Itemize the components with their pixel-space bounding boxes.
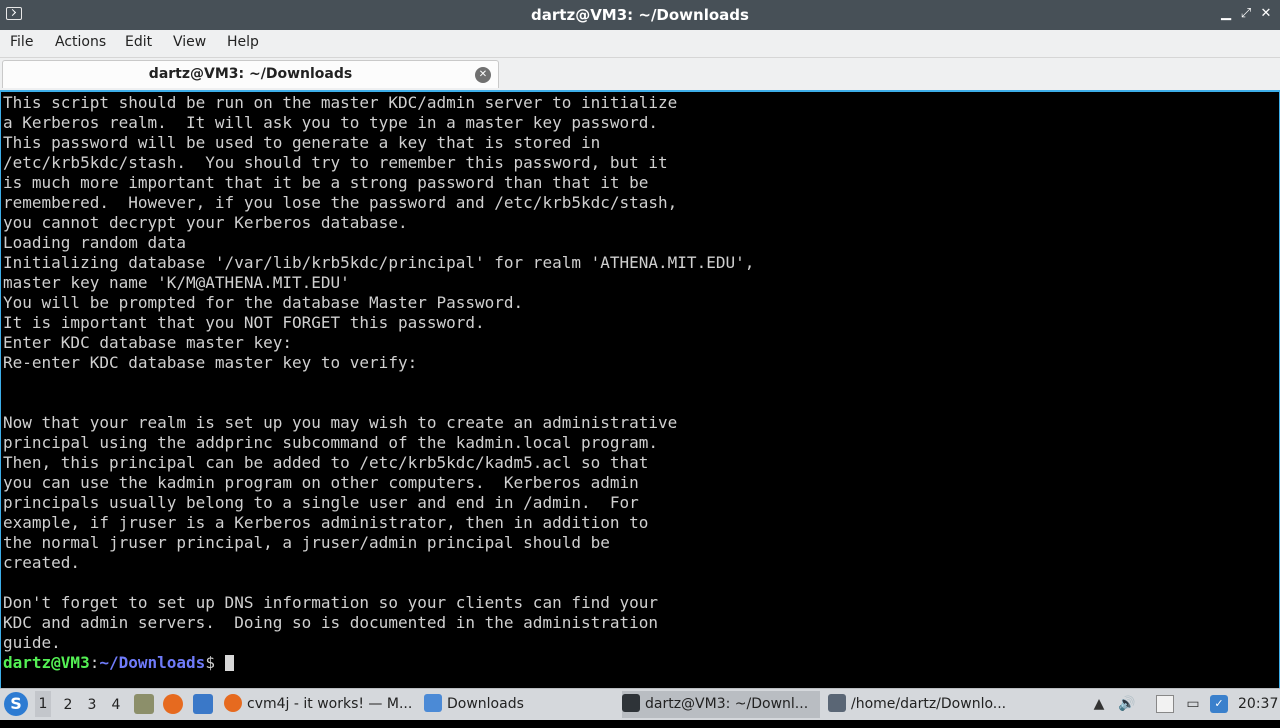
task-terminal[interactable]: dartz@VM3: ~/Downl... xyxy=(622,691,820,718)
terminal-line: example, if jruser is a Kerberos adminis… xyxy=(3,513,649,532)
terminal-line: a Kerberos realm. It will ask you to typ… xyxy=(3,113,659,132)
clock: 20:37 xyxy=(1238,696,1279,712)
updates-icon[interactable]: ✓ xyxy=(1210,695,1228,713)
task-text-editor[interactable]: /home/dartz/Downlo... xyxy=(828,691,1018,718)
close-icon[interactable]: ✕ xyxy=(1257,5,1275,23)
terminal-line: is much more important that it be a stro… xyxy=(3,173,649,192)
terminal-icon xyxy=(622,694,640,712)
tray-up-icon[interactable]: ▲ xyxy=(1090,695,1108,713)
menu-edit[interactable]: Edit xyxy=(125,34,152,50)
desktop-icon[interactable] xyxy=(193,694,213,714)
task-downloads[interactable]: Downloads xyxy=(424,691,614,718)
terminal-line: master key name 'K/M@ATHENA.MIT.EDU' xyxy=(3,273,350,292)
terminal-line: principals usually belong to a single us… xyxy=(3,493,639,512)
tab-bar: dartz@VM3: ~/Downloads ✕ xyxy=(0,58,1280,90)
prompt-symbol: $ xyxy=(205,653,225,672)
terminal-line: Enter KDC database master key: xyxy=(3,333,292,352)
terminal-line: Initializing database '/var/lib/krb5kdc/… xyxy=(3,253,755,272)
terminal-line: Re-enter KDC database master key to veri… xyxy=(3,353,418,372)
prompt-path: ~/Downloads xyxy=(99,653,206,672)
task-label: Downloads xyxy=(447,696,524,712)
terminal-line: /etc/krb5kdc/stash. You should try to re… xyxy=(3,153,668,172)
firefox-icon[interactable] xyxy=(163,694,183,714)
start-menu-icon[interactable]: S xyxy=(4,692,28,716)
terminal-line: you cannot decrypt your Kerberos databas… xyxy=(3,213,408,232)
terminal-line: principal using the addprinc subcommand … xyxy=(3,433,659,452)
taskbar: S 1 2 3 4 cvm4j - it works! — M... Downl… xyxy=(0,688,1280,720)
workspace-2[interactable]: 2 xyxy=(60,697,76,728)
terminal-line: KDC and admin servers. Doing so is docum… xyxy=(3,613,659,632)
task-firefox[interactable]: cvm4j - it works! — M... xyxy=(224,691,416,718)
restore-icon[interactable]: ⤢ xyxy=(1237,5,1255,23)
terminal-line: You will be prompted for the database Ma… xyxy=(3,293,524,312)
folder-icon xyxy=(424,694,442,712)
minimize-icon[interactable]: ▁ xyxy=(1217,5,1235,23)
menu-view[interactable]: View xyxy=(173,34,206,50)
terminal-line: Now that your realm is set up you may wi… xyxy=(3,413,678,432)
workspace-4[interactable]: 4 xyxy=(108,697,124,728)
tab-label: dartz@VM3: ~/Downloads xyxy=(148,66,353,82)
terminal-line: created. xyxy=(3,553,81,572)
task-label: dartz@VM3: ~/Downl... xyxy=(645,696,809,712)
terminal-prompt[interactable]: dartz@VM3:~/Downloads$ xyxy=(3,653,234,673)
workspace-3[interactable]: 3 xyxy=(84,697,100,728)
terminal-line: It is important that you NOT FORGET this… xyxy=(3,313,485,332)
tab-close-icon[interactable]: ✕ xyxy=(475,67,491,83)
window-titlebar: dartz@VM3: ~/Downloads ▁ ⤢ ✕ xyxy=(0,0,1280,30)
clipboard-icon[interactable] xyxy=(1156,695,1174,713)
monitor-icon[interactable]: ▭ xyxy=(1184,695,1202,713)
menu-bar: File Actions Edit View Help xyxy=(0,30,1280,58)
terminal-line: the normal jruser principal, a jruser/ad… xyxy=(3,533,610,552)
terminal-line: you can use the kadmin program on other … xyxy=(3,473,639,492)
file-manager-icon[interactable] xyxy=(134,694,154,714)
menu-file[interactable]: File xyxy=(10,34,33,50)
task-label: /home/dartz/Downlo... xyxy=(851,696,1007,712)
terminal-line: This password will be used to generate a… xyxy=(3,133,601,152)
prompt-separator: : xyxy=(89,653,100,672)
window-title: dartz@VM3: ~/Downloads xyxy=(531,6,749,24)
terminal-output[interactable]: This script should be run on the master … xyxy=(0,90,1280,688)
task-label: cvm4j - it works! — M... xyxy=(247,696,413,712)
workspace-1[interactable]: 1 xyxy=(35,691,51,717)
firefox-icon xyxy=(224,694,242,712)
terminal-line: Don't forget to set up DNS information s… xyxy=(3,593,659,612)
tab-terminal-session[interactable]: dartz@VM3: ~/Downloads ✕ xyxy=(2,60,499,88)
volume-icon[interactable]: 🔊 xyxy=(1118,695,1136,713)
text-editor-icon xyxy=(828,694,846,712)
terminal-line: This script should be run on the master … xyxy=(3,93,678,112)
menu-actions[interactable]: Actions xyxy=(55,34,106,50)
terminal-line: guide. xyxy=(3,633,61,652)
terminal-line: Loading random data xyxy=(3,233,187,252)
terminal-line: Then, this principal can be added to /et… xyxy=(3,453,649,472)
prompt-user: dartz@VM3 xyxy=(3,653,90,672)
terminal-line: remembered. However, if you lose the pas… xyxy=(3,193,678,212)
text-cursor xyxy=(224,655,234,671)
menu-help[interactable]: Help xyxy=(227,34,259,50)
